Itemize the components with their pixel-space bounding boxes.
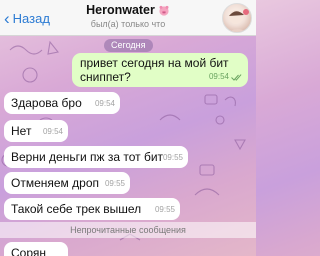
- back-button-label: Назад: [12, 10, 50, 26]
- incoming-message[interactable]: Такой себе трек вышел 09:55: [4, 198, 180, 220]
- incoming-message[interactable]: Здарова бро 09:54: [4, 92, 120, 114]
- incoming-message[interactable]: Нет 09:54: [4, 120, 68, 142]
- title-row: Heronwater: [60, 3, 196, 17]
- message-time: 09:54: [208, 72, 229, 81]
- incoming-message[interactable]: Верни деньги пж за тот бит 09:55: [4, 146, 188, 168]
- back-button[interactable]: ‹ Назад: [4, 9, 50, 27]
- avatar-image: [229, 9, 249, 32]
- message-text: Здарова бро: [11, 96, 82, 110]
- avatar[interactable]: [222, 3, 252, 33]
- message-text: Нет: [11, 124, 32, 138]
- message-time: 09:55: [154, 205, 175, 214]
- message-text: Отменяем дроп: [11, 176, 99, 190]
- chat-title-block[interactable]: Heronwater был(а) только что: [60, 3, 196, 29]
- contact-status: был(а) только что: [90, 19, 166, 29]
- message-text: Такой себе трек вышел: [11, 202, 142, 216]
- message-time: 09:54: [94, 99, 115, 108]
- chat-header: ‹ Назад Heronwater был(а) только что: [0, 0, 256, 36]
- message-meta: 09:54: [209, 70, 242, 84]
- message-text: Сорян: [11, 246, 47, 256]
- message-text: Верни деньги пж за тот бит: [11, 150, 164, 164]
- unread-messages-divider: Непрочитанные сообщения: [0, 222, 256, 238]
- chevron-left-icon: ‹: [4, 8, 10, 28]
- message-text-line-1: привет сегодня на мой бит: [80, 56, 229, 70]
- incoming-message[interactable]: Отменяем дроп 09:55: [4, 172, 130, 194]
- incoming-message[interactable]: Сорян: [4, 242, 68, 256]
- outgoing-message[interactable]: привет сегодня на мой бит сниппет? 09:54: [72, 53, 248, 87]
- pig-emoji-icon: [159, 5, 169, 16]
- message-time: 09:55: [104, 179, 125, 188]
- message-time: 09:54: [42, 127, 63, 136]
- message-time: 09:55: [162, 153, 183, 162]
- date-separator: Сегодня: [104, 39, 153, 52]
- double-check-icon: [231, 73, 242, 81]
- contact-name: Heronwater: [86, 3, 155, 17]
